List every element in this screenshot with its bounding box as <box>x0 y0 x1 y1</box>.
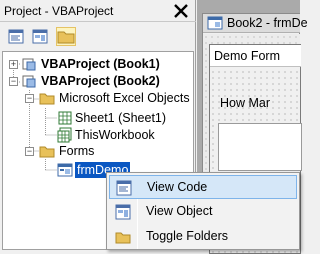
view-code-toolbar-button[interactable] <box>6 27 26 46</box>
project-explorer-title-bar[interactable]: Project - VBAProject <box>0 0 196 22</box>
collapse-toggle[interactable]: − <box>25 94 34 103</box>
tree-item-label: Sheet1 (Sheet1) <box>75 111 167 125</box>
view-code-icon <box>116 180 132 196</box>
tree-item-label: Microsoft Excel Objects <box>59 91 190 105</box>
menu-item-view-code[interactable]: View Code <box>109 175 297 199</box>
tree-item-label: VBAProject (Book1) <box>41 57 160 71</box>
context-menu: View Code View Object Toggle Folders <box>106 172 300 250</box>
vba-project-icon <box>21 73 37 89</box>
folder-icon <box>39 90 55 106</box>
project-explorer-title: Project - VBAProject <box>4 4 114 18</box>
view-object-icon <box>115 204 131 220</box>
view-code-toolbar-icon <box>8 29 24 44</box>
userform-caption: Demo Form <box>214 49 280 63</box>
view-object-toolbar-button[interactable] <box>30 27 50 46</box>
form-designer-title: Book2 - frmDe <box>227 16 308 30</box>
form-frame-control[interactable] <box>218 123 302 171</box>
userform-icon <box>57 162 73 178</box>
close-icon[interactable] <box>170 0 192 22</box>
userform-caption-bar: Demo Form <box>210 45 301 67</box>
folder-icon <box>115 229 131 245</box>
project-explorer-toolbar <box>0 23 196 51</box>
view-object-toolbar-icon <box>32 29 48 44</box>
menu-item-toggle-folders[interactable]: Toggle Folders <box>109 225 297 249</box>
collapse-toggle[interactable]: − <box>9 77 18 86</box>
userform-icon <box>207 16 223 30</box>
toggle-folders-toolbar-icon <box>57 31 75 44</box>
form-label-control[interactable]: How Mar <box>220 96 270 110</box>
expand-toggle[interactable]: + <box>9 60 18 69</box>
menu-item-label: View Code <box>147 180 208 194</box>
tree-item-label: Forms <box>59 144 95 158</box>
form-designer-title-bar[interactable]: Book2 - frmDe <box>203 14 308 33</box>
collapse-toggle[interactable]: − <box>25 147 34 156</box>
tree-item-label: VBAProject (Book2) <box>41 74 160 88</box>
menu-item-view-object[interactable]: View Object <box>109 200 297 224</box>
menu-item-label: Toggle Folders <box>146 229 228 243</box>
workbook-icon <box>57 127 73 143</box>
menu-item-label: View Object <box>146 204 213 218</box>
folder-icon <box>39 143 55 159</box>
toggle-folders-toolbar-button[interactable] <box>56 27 76 46</box>
vba-project-icon <box>21 56 37 72</box>
worksheet-icon <box>57 110 73 126</box>
tree-item-label: ThisWorkbook <box>75 128 155 142</box>
